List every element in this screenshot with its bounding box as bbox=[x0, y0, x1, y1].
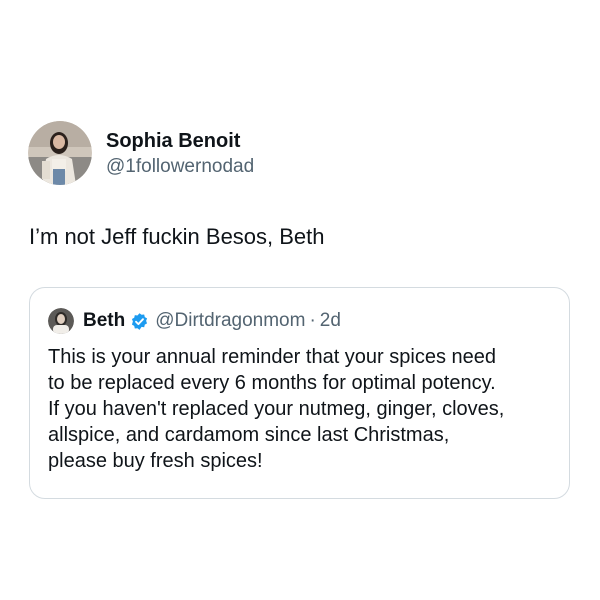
quoted-tweet-text-line: to be replaced every 6 months for optima… bbox=[48, 372, 496, 394]
author-avatar[interactable] bbox=[28, 121, 92, 185]
tweet: Sophia Benoit @1followernodad I’m not Je… bbox=[0, 0, 600, 600]
tweet-header: Sophia Benoit @1followernodad bbox=[28, 120, 254, 186]
author-name[interactable]: Sophia Benoit bbox=[106, 128, 254, 154]
author-info: Sophia Benoit @1followernodad bbox=[106, 128, 254, 179]
quoted-author-handle[interactable]: @Dirtdragonmom bbox=[155, 310, 305, 332]
quoted-tweet-text-line: allspice, and cardamom since last Christ… bbox=[48, 424, 450, 446]
quoted-tweet-text: This is your annual reminder that your s… bbox=[48, 344, 558, 474]
quoted-tweet-text-line: This is your annual reminder that your s… bbox=[48, 346, 497, 368]
quoted-tweet-text-line: please buy fresh spices! bbox=[48, 450, 263, 472]
tweet-text: I’m not Jeff fuckin Besos, Beth bbox=[29, 224, 325, 249]
quoted-author-name[interactable]: Beth bbox=[83, 310, 125, 332]
quoted-tweet-timestamp[interactable]: 2d bbox=[320, 310, 341, 332]
quoted-tweet-text-line: If you haven't replaced your nutmeg, gin… bbox=[48, 398, 505, 420]
verified-badge-icon bbox=[132, 312, 148, 330]
quoted-author-avatar[interactable] bbox=[48, 308, 74, 334]
quoted-tweet-card[interactable]: Beth @Dirtdragonmom · 2d This is your an… bbox=[29, 287, 570, 499]
meta-separator: · bbox=[309, 310, 316, 331]
quoted-tweet-header: Beth @Dirtdragonmom · 2d bbox=[48, 308, 341, 334]
author-handle[interactable]: @1followernodad bbox=[106, 154, 254, 179]
